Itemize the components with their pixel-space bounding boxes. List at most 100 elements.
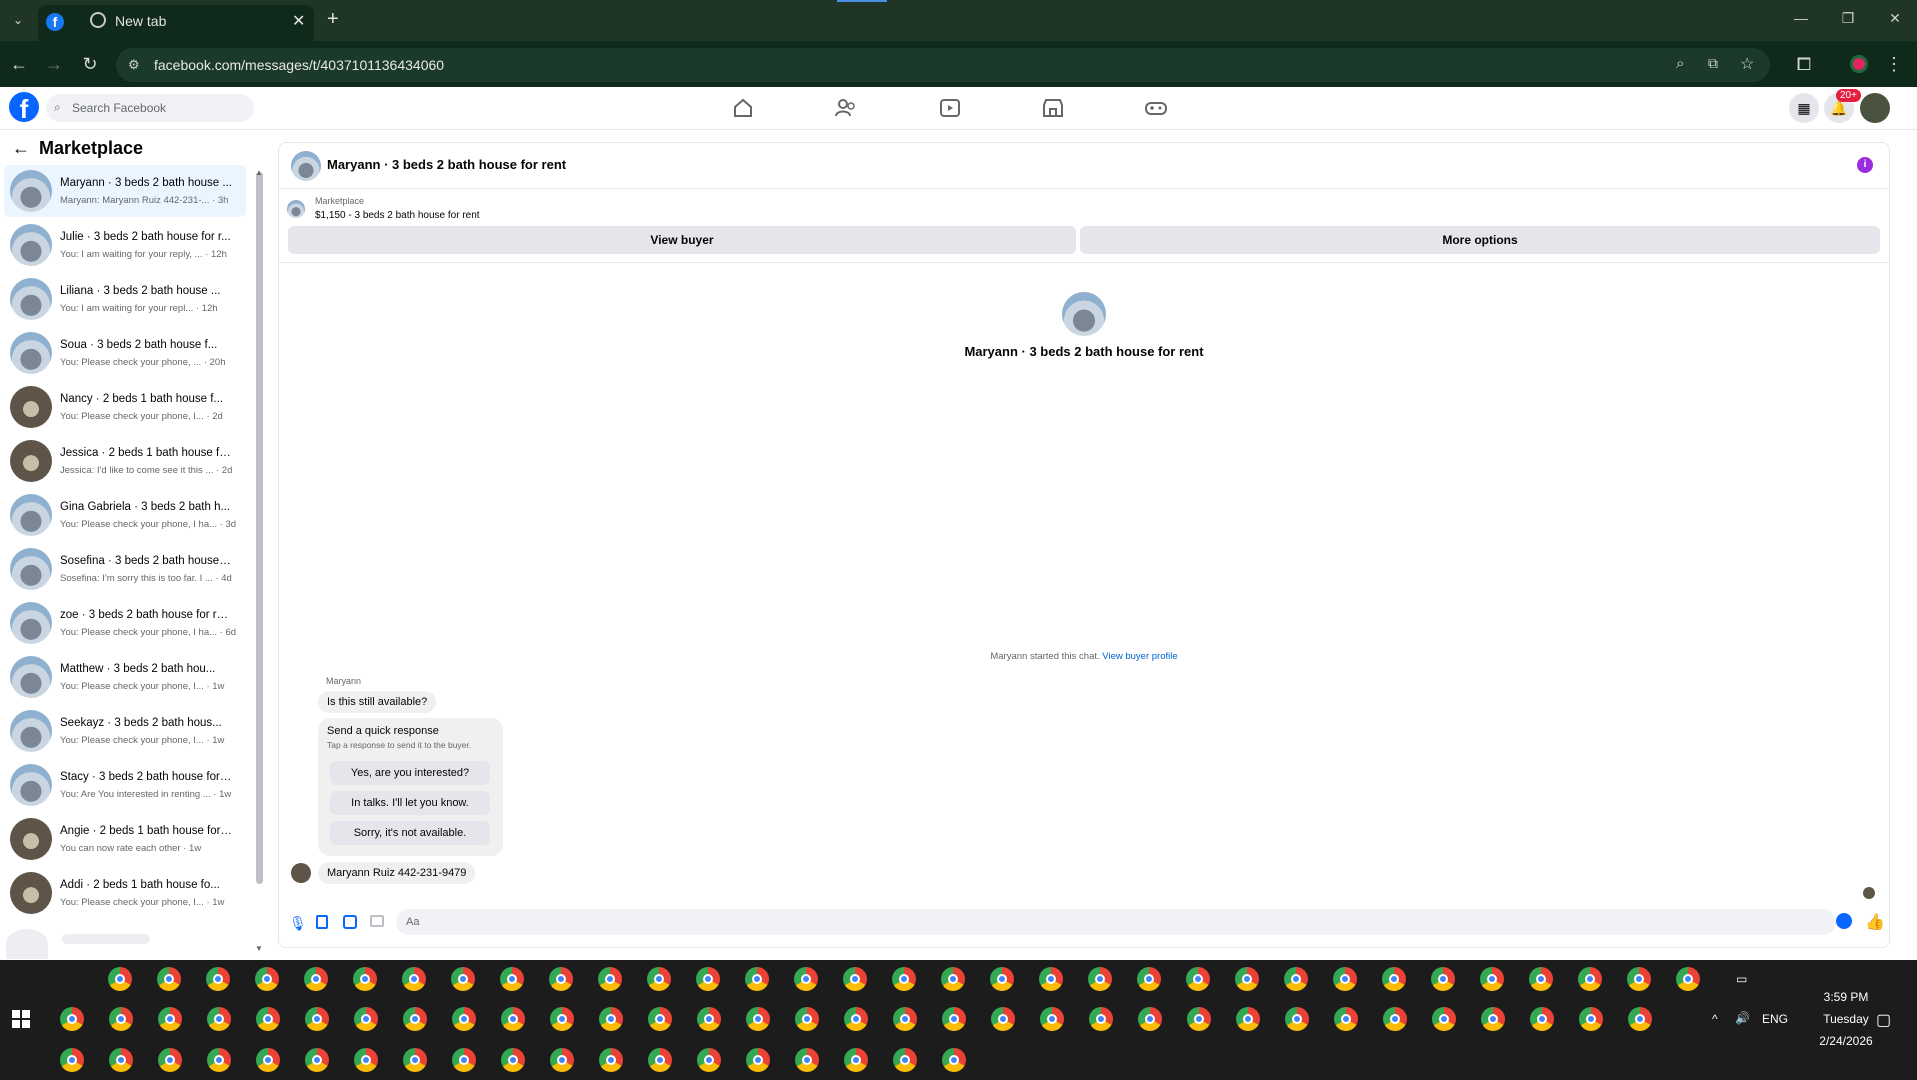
listing-price-title[interactable]: $1,150 - 3 beds 2 bath house for rent: [315, 210, 480, 221]
tab-facebook[interactable]: f: [38, 5, 314, 41]
chrome-taskbar-icon[interactable]: [158, 1048, 182, 1072]
chrome-taskbar-icon[interactable]: [206, 967, 230, 991]
chrome-taskbar-icon[interactable]: [403, 1048, 427, 1072]
tray-overflow-icon[interactable]: ^: [1712, 1012, 1718, 1026]
chrome-taskbar-icon[interactable]: [942, 1048, 966, 1072]
chrome-taskbar-icon[interactable]: [452, 1007, 476, 1031]
conversation-item[interactable]: Stacy · 3 beds 2 bath house for ... You: …: [4, 759, 246, 811]
chrome-taskbar-icon[interactable]: [892, 967, 916, 991]
input-language[interactable]: ENG: [1762, 1012, 1788, 1026]
chrome-taskbar-icon[interactable]: [1579, 1007, 1603, 1031]
chrome-taskbar-icon[interactable]: [1529, 967, 1553, 991]
chrome-taskbar-icon[interactable]: [598, 967, 622, 991]
chrome-taskbar-icon[interactable]: [402, 967, 426, 991]
chrome-taskbar-icon[interactable]: [599, 1048, 623, 1072]
chrome-taskbar-icon[interactable]: [1039, 967, 1063, 991]
chrome-taskbar-icon[interactable]: [1235, 967, 1259, 991]
photo-icon[interactable]: [316, 915, 328, 929]
chrome-taskbar-icon[interactable]: [599, 1007, 623, 1031]
close-window-icon[interactable]: ✕: [1880, 10, 1910, 27]
view-buyer-profile-link[interactable]: View buyer profile: [1102, 651, 1177, 662]
chrome-taskbar-icon[interactable]: [647, 967, 671, 991]
chrome-taskbar-icon[interactable]: [109, 1007, 133, 1031]
chrome-taskbar-icon[interactable]: [1432, 1007, 1456, 1031]
conversation-item[interactable]: Angie · 2 beds 1 bath house for ... You c…: [4, 813, 246, 865]
conversation-item[interactable]: Jessica · 2 beds 1 bath house fo... Jessi…: [4, 435, 246, 487]
chrome-taskbar-icon[interactable]: [255, 967, 279, 991]
chrome-taskbar-icon[interactable]: [941, 967, 965, 991]
volume-icon[interactable]: 🔊: [1735, 1011, 1750, 1025]
chat-listing-avatar[interactable]: [291, 151, 321, 181]
chrome-taskbar-icon[interactable]: [108, 967, 132, 991]
chrome-taskbar-icon[interactable]: [256, 1007, 280, 1031]
chrome-taskbar-icon[interactable]: [1137, 967, 1161, 991]
chrome-taskbar-icon[interactable]: [1530, 1007, 1554, 1031]
conversation-item[interactable]: Sosefina · 3 beds 2 bath house f... Sosef…: [4, 543, 246, 595]
restore-icon[interactable]: ❐: [1833, 10, 1863, 27]
minimize-icon[interactable]: —: [1786, 10, 1816, 26]
chrome-taskbar-icon[interactable]: [305, 1007, 329, 1031]
conversation-item[interactable]: zoe · 3 beds 2 bath house for re... You: …: [4, 597, 246, 649]
chrome-taskbar-icon[interactable]: [452, 1048, 476, 1072]
chat-title[interactable]: Maryann · 3 beds 2 bath house for rent: [327, 157, 566, 172]
home-icon[interactable]: [731, 98, 755, 118]
scroll-up-icon[interactable]: ▲: [255, 168, 263, 177]
new-tab-icon[interactable]: +: [327, 8, 339, 31]
tab-new-tab-label[interactable]: New tab: [115, 13, 166, 29]
chrome-taskbar-icon[interactable]: [1431, 967, 1455, 991]
chrome-taskbar-icon[interactable]: [893, 1048, 917, 1072]
chrome-taskbar-icon[interactable]: [942, 1007, 966, 1031]
url-text[interactable]: facebook.com/messages/t/4037101136434060: [154, 57, 444, 73]
chrome-taskbar-icon[interactable]: [1284, 967, 1308, 991]
info-icon[interactable]: i: [1857, 157, 1873, 173]
chrome-taskbar-icon[interactable]: [1236, 1007, 1260, 1031]
microphone-icon[interactable]: 🎙: [289, 915, 307, 932]
conversation-item[interactable]: Gina Gabriela · 3 beds 2 bath h... You: P…: [4, 489, 246, 541]
menu-grid-icon[interactable]: ▦: [1789, 93, 1819, 123]
chrome-taskbar-icon[interactable]: [1628, 1007, 1652, 1031]
clock-date[interactable]: 2/24/2026: [1805, 1034, 1887, 1048]
chrome-taskbar-icon[interactable]: [353, 967, 377, 991]
chrome-taskbar-icon[interactable]: [746, 1048, 770, 1072]
chrome-taskbar-icon[interactable]: [305, 1048, 329, 1072]
chrome-taskbar-icon[interactable]: [990, 967, 1014, 991]
chrome-taskbar-icon[interactable]: [157, 967, 181, 991]
chrome-taskbar-icon[interactable]: [648, 1048, 672, 1072]
chrome-taskbar-icon[interactable]: [648, 1007, 672, 1031]
chrome-taskbar-icon[interactable]: [696, 967, 720, 991]
account-avatar[interactable]: [1860, 93, 1890, 123]
conversation-item[interactable]: Nancy · 2 beds 1 bath house f... You: Ple…: [4, 381, 246, 433]
gif-icon[interactable]: [370, 915, 384, 927]
desktop-icon[interactable]: ▭: [1736, 972, 1747, 986]
close-tab-icon[interactable]: ✕: [292, 11, 305, 31]
chrome-taskbar-icon[interactable]: [1285, 1007, 1309, 1031]
start-windows-icon[interactable]: [12, 1010, 30, 1028]
gaming-icon[interactable]: [1144, 98, 1168, 118]
chrome-taskbar-icon[interactable]: [745, 967, 769, 991]
like-thumb-icon[interactable]: 👍: [1865, 912, 1885, 932]
chrome-taskbar-icon[interactable]: [500, 967, 524, 991]
chrome-taskbar-icon[interactable]: [354, 1007, 378, 1031]
chrome-taskbar-icon[interactable]: [697, 1048, 721, 1072]
tab-search-icon[interactable]: ⌄: [4, 6, 32, 34]
conversation-item[interactable]: Addi · 2 beds 1 bath house fo... You: Ple…: [4, 867, 246, 919]
chrome-taskbar-icon[interactable]: [991, 1007, 1015, 1031]
chrome-taskbar-icon[interactable]: [1040, 1007, 1064, 1031]
chrome-taskbar-icon[interactable]: [451, 967, 475, 991]
chrome-taskbar-icon[interactable]: [207, 1048, 231, 1072]
chrome-taskbar-icon[interactable]: [549, 967, 573, 991]
quick-response-button[interactable]: Sorry, it's not available.: [330, 821, 490, 845]
chrome-taskbar-icon[interactable]: [109, 1048, 133, 1072]
conversation-item[interactable]: Seekayz · 3 beds 2 bath hous... You: Plea…: [4, 705, 246, 757]
chrome-taskbar-icon[interactable]: [1578, 967, 1602, 991]
chrome-taskbar-icon[interactable]: [1333, 967, 1357, 991]
chrome-taskbar-icon[interactable]: [697, 1007, 721, 1031]
chrome-taskbar-icon[interactable]: [1138, 1007, 1162, 1031]
chrome-taskbar-icon[interactable]: [1088, 967, 1112, 991]
chrome-taskbar-icon[interactable]: [60, 1048, 84, 1072]
action-center-icon[interactable]: ▢: [1876, 1010, 1891, 1030]
view-buyer-button[interactable]: View buyer: [288, 226, 1076, 254]
chrome-taskbar-icon[interactable]: [795, 1048, 819, 1072]
chrome-taskbar-icon[interactable]: [501, 1007, 525, 1031]
back-arrow-icon[interactable]: ←: [12, 138, 30, 159]
